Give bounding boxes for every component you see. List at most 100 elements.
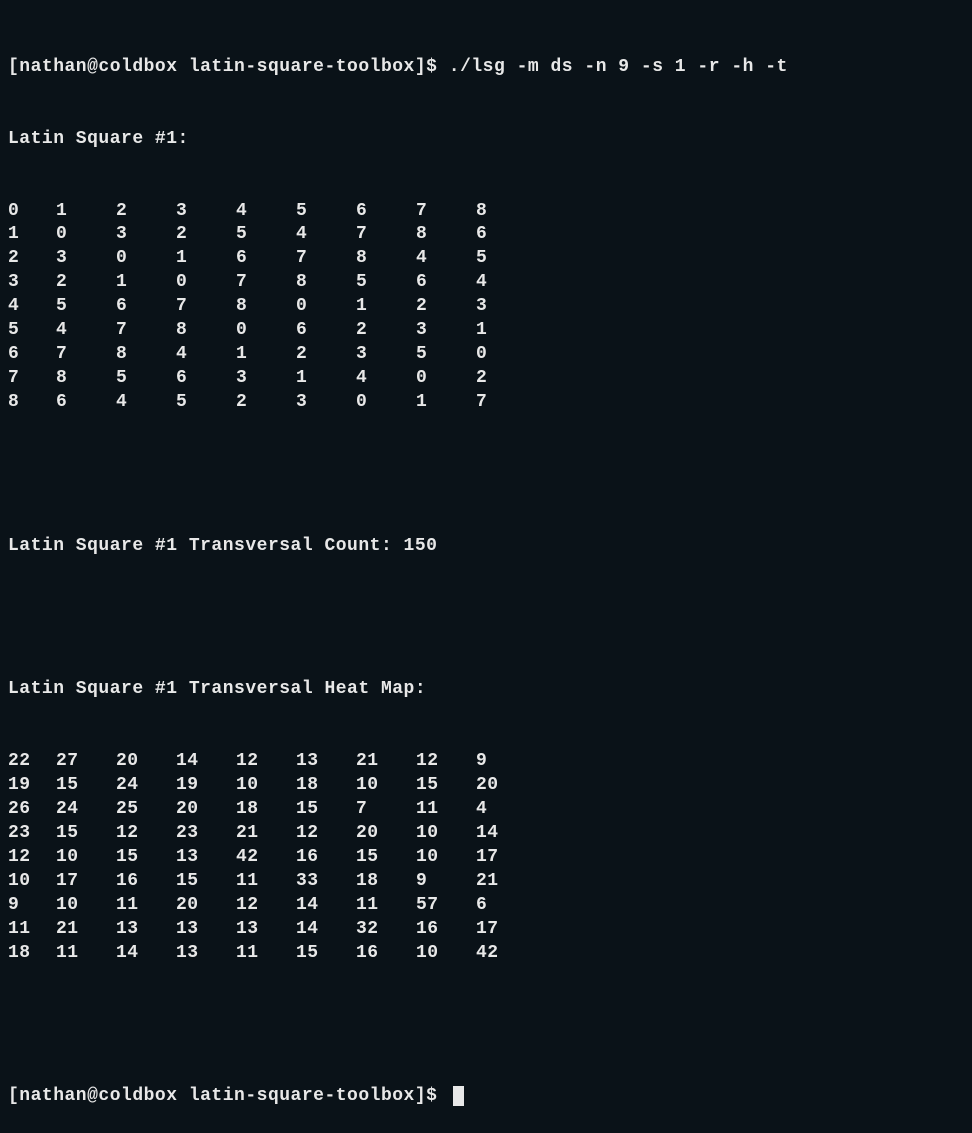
grid-cell: 3 bbox=[8, 271, 56, 295]
grid-cell: 24 bbox=[116, 774, 176, 798]
grid-cell: 8 bbox=[416, 223, 476, 247]
grid-cell: 1 bbox=[296, 367, 356, 391]
grid-row: 231512232112201014 bbox=[8, 822, 964, 846]
grid-cell: 5 bbox=[56, 295, 116, 319]
grid-cell: 11 bbox=[416, 798, 476, 822]
grid-cell: 3 bbox=[176, 200, 236, 224]
cursor-icon bbox=[453, 1086, 464, 1106]
grid-row: 191524191018101520 bbox=[8, 774, 964, 798]
grid-cell: 4 bbox=[56, 319, 116, 343]
grid-cell: 8 bbox=[356, 247, 416, 271]
grid-cell: 5 bbox=[416, 343, 476, 367]
grid-cell: 4 bbox=[476, 271, 536, 295]
grid-cell: 4 bbox=[296, 223, 356, 247]
grid-cell: 24 bbox=[56, 798, 116, 822]
grid-cell: 4 bbox=[416, 247, 476, 271]
grid-cell: 16 bbox=[296, 846, 356, 870]
grid-cell: 11 bbox=[236, 942, 296, 966]
grid-cell: 2 bbox=[476, 367, 536, 391]
grid-cell: 0 bbox=[476, 343, 536, 367]
grid-cell: 6 bbox=[296, 319, 356, 343]
grid-cell: 13 bbox=[296, 750, 356, 774]
latin-square-header: Latin Square #1: bbox=[8, 128, 964, 152]
grid-cell: 6 bbox=[56, 391, 116, 415]
grid-cell: 4 bbox=[356, 367, 416, 391]
grid-cell: 20 bbox=[356, 822, 416, 846]
prompt-line-1: [nathan@coldbox latin-square-toolbox]$ .… bbox=[8, 56, 964, 80]
grid-cell: 10 bbox=[356, 774, 416, 798]
grid-cell: 14 bbox=[176, 750, 236, 774]
grid-cell: 11 bbox=[356, 894, 416, 918]
grid-cell: 1 bbox=[56, 200, 116, 224]
grid-cell: 7 bbox=[296, 247, 356, 271]
grid-cell: 21 bbox=[476, 870, 536, 894]
grid-cell: 26 bbox=[8, 798, 56, 822]
grid-cell: 11 bbox=[236, 870, 296, 894]
grid-cell: 42 bbox=[236, 846, 296, 870]
grid-cell: 3 bbox=[296, 391, 356, 415]
grid-cell: 9 bbox=[8, 894, 56, 918]
grid-cell: 1 bbox=[236, 343, 296, 367]
grid-cell: 19 bbox=[176, 774, 236, 798]
grid-row: 547806231 bbox=[8, 319, 964, 343]
grid-cell: 10 bbox=[416, 942, 476, 966]
grid-row: 321078564 bbox=[8, 271, 964, 295]
grid-cell: 21 bbox=[56, 918, 116, 942]
grid-cell: 8 bbox=[236, 295, 296, 319]
grid-cell: 10 bbox=[56, 894, 116, 918]
grid-cell: 5 bbox=[116, 367, 176, 391]
grid-cell: 6 bbox=[8, 343, 56, 367]
grid-cell: 10 bbox=[56, 846, 116, 870]
grid-cell: 18 bbox=[296, 774, 356, 798]
grid-cell: 21 bbox=[236, 822, 296, 846]
grid-cell: 22 bbox=[8, 750, 56, 774]
grid-cell: 15 bbox=[416, 774, 476, 798]
grid-cell: 13 bbox=[116, 918, 176, 942]
grid-cell: 16 bbox=[356, 942, 416, 966]
grid-cell: 32 bbox=[356, 918, 416, 942]
grid-cell: 4 bbox=[236, 200, 296, 224]
grid-cell: 13 bbox=[176, 918, 236, 942]
grid-cell: 2 bbox=[116, 200, 176, 224]
grid-cell: 12 bbox=[236, 750, 296, 774]
grid-cell: 8 bbox=[8, 391, 56, 415]
grid-cell: 2 bbox=[236, 391, 296, 415]
grid-cell: 1 bbox=[356, 295, 416, 319]
latin-square-grid: 0123456781032547862301678453210785644567… bbox=[8, 200, 964, 415]
grid-cell: 6 bbox=[116, 295, 176, 319]
grid-row: 864523017 bbox=[8, 391, 964, 415]
grid-cell: 3 bbox=[56, 247, 116, 271]
grid-cell: 5 bbox=[8, 319, 56, 343]
grid-cell: 7 bbox=[8, 367, 56, 391]
grid-cell: 25 bbox=[116, 798, 176, 822]
grid-cell: 17 bbox=[56, 870, 116, 894]
grid-cell: 14 bbox=[476, 822, 536, 846]
grid-cell: 6 bbox=[476, 894, 536, 918]
blank-line-1 bbox=[8, 463, 964, 487]
grid-cell: 2 bbox=[176, 223, 236, 247]
grid-cell: 0 bbox=[56, 223, 116, 247]
prompt-line-2: [nathan@coldbox latin-square-toolbox]$ bbox=[8, 1085, 964, 1109]
terminal-output[interactable]: [nathan@coldbox latin-square-toolbox]$ .… bbox=[8, 8, 964, 1133]
grid-row: 9101120121411576 bbox=[8, 894, 964, 918]
grid-cell: 3 bbox=[356, 343, 416, 367]
heatmap-grid: 2227201412132112919152419101810152026242… bbox=[8, 750, 964, 965]
grid-cell: 19 bbox=[8, 774, 56, 798]
grid-cell: 8 bbox=[116, 343, 176, 367]
grid-cell: 10 bbox=[236, 774, 296, 798]
grid-cell: 14 bbox=[296, 894, 356, 918]
grid-cell: 42 bbox=[476, 942, 536, 966]
grid-cell: 14 bbox=[116, 942, 176, 966]
grid-cell: 1 bbox=[8, 223, 56, 247]
grid-cell: 20 bbox=[176, 894, 236, 918]
grid-cell: 3 bbox=[116, 223, 176, 247]
grid-cell: 5 bbox=[356, 271, 416, 295]
grid-cell: 6 bbox=[176, 367, 236, 391]
grid-row: 678412350 bbox=[8, 343, 964, 367]
grid-cell: 2 bbox=[56, 271, 116, 295]
grid-row: 012345678 bbox=[8, 200, 964, 224]
grid-cell: 0 bbox=[416, 367, 476, 391]
grid-cell: 17 bbox=[476, 846, 536, 870]
grid-cell: 0 bbox=[176, 271, 236, 295]
grid-row: 181114131115161042 bbox=[8, 942, 964, 966]
